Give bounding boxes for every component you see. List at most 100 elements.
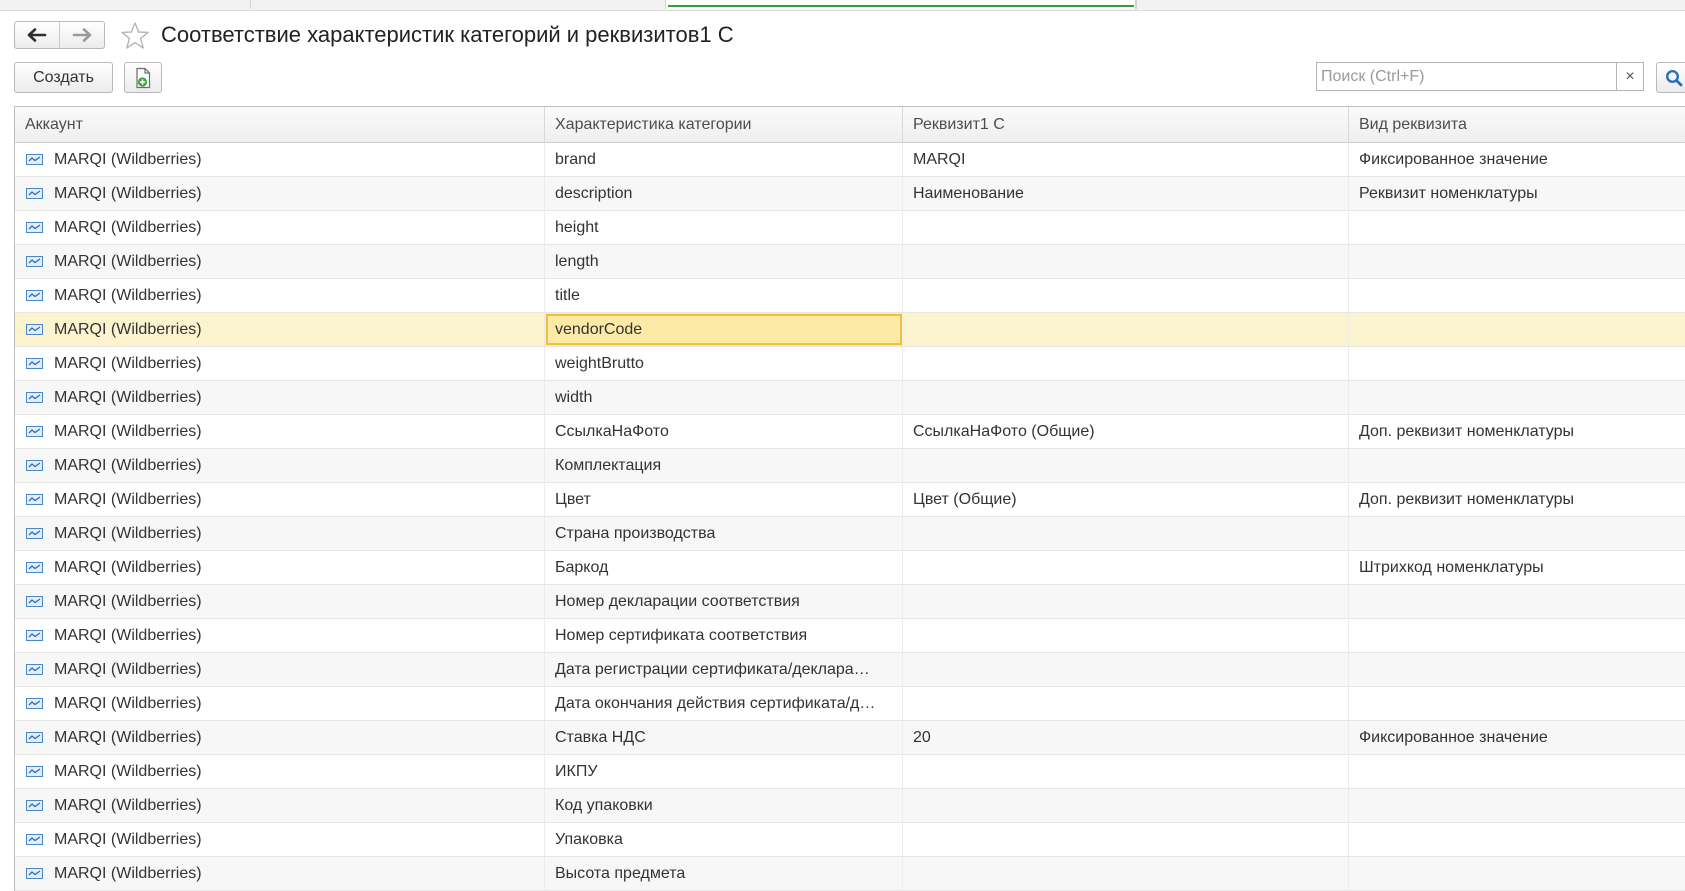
cell-characteristic[interactable]: weightBrutto [545, 347, 903, 380]
cell-account[interactable]: MARQI (Wildberries) [15, 483, 545, 516]
cell-kind[interactable] [1349, 687, 1685, 720]
cell-account[interactable]: MARQI (Wildberries) [15, 381, 545, 414]
table-row[interactable]: MARQI (Wildberries) Высота предмета [15, 857, 1685, 891]
table-row[interactable]: MARQI (Wildberries) width [15, 381, 1685, 415]
cell-account[interactable]: MARQI (Wildberries) [15, 653, 545, 686]
table-row[interactable]: MARQI (Wildberries) title [15, 279, 1685, 313]
cell-kind[interactable] [1349, 823, 1685, 856]
cell-account[interactable]: MARQI (Wildberries) [15, 517, 545, 550]
table-row[interactable]: MARQI (Wildberries) Дата окончания действ… [15, 687, 1685, 721]
cell-account[interactable]: MARQI (Wildberries) [15, 755, 545, 788]
cell-requisite[interactable] [903, 211, 1349, 244]
cell-requisite[interactable] [903, 687, 1349, 720]
cell-kind[interactable]: Доп. реквизит номенклатуры [1349, 483, 1685, 516]
cell-requisite[interactable] [903, 653, 1349, 686]
cell-requisite[interactable]: СсылкаНаФото (Общие) [903, 415, 1349, 448]
cell-characteristic[interactable]: СсылкаНаФото [545, 415, 903, 448]
cell-requisite[interactable] [903, 245, 1349, 278]
cell-account[interactable]: MARQI (Wildberries) [15, 857, 545, 890]
cell-characteristic[interactable]: brand [545, 143, 903, 176]
copy-button[interactable] [124, 62, 162, 93]
cell-characteristic[interactable]: vendorCode [545, 313, 903, 346]
table-row[interactable]: MARQI (Wildberries) Упаковка [15, 823, 1685, 857]
cell-kind[interactable] [1349, 585, 1685, 618]
cell-requisite[interactable] [903, 551, 1349, 584]
cell-requisite[interactable]: 20 [903, 721, 1349, 754]
column-header-characteristic[interactable]: Характеристика категории [545, 107, 903, 142]
cell-account[interactable]: MARQI (Wildberries) [15, 211, 545, 244]
search-input[interactable] [1317, 67, 1616, 86]
cell-kind[interactable] [1349, 619, 1685, 652]
cell-requisite[interactable] [903, 585, 1349, 618]
table-row[interactable]: MARQI (Wildberries) description Наименован… [15, 177, 1685, 211]
cell-kind[interactable] [1349, 653, 1685, 686]
cell-kind[interactable] [1349, 755, 1685, 788]
search-field[interactable] [1316, 62, 1617, 91]
table-row[interactable]: MARQI (Wildberries) weightBrutto [15, 347, 1685, 381]
cell-account[interactable]: MARQI (Wildberries) [15, 789, 545, 822]
cell-characteristic[interactable]: description [545, 177, 903, 210]
cell-requisite[interactable] [903, 755, 1349, 788]
column-header-kind[interactable]: Вид реквизита [1349, 107, 1685, 142]
cell-requisite[interactable]: Наименование [903, 177, 1349, 210]
cell-characteristic[interactable]: ИКПУ [545, 755, 903, 788]
column-header-account[interactable]: Аккаунт [15, 107, 545, 142]
table-row[interactable]: MARQI (Wildberries) Цвет Цвет (Общие) Доп. … [15, 483, 1685, 517]
cell-requisite[interactable]: MARQI [903, 143, 1349, 176]
cell-characteristic[interactable]: Код упаковки [545, 789, 903, 822]
cell-characteristic[interactable]: Ставка НДС [545, 721, 903, 754]
cell-account[interactable]: MARQI (Wildberries) [15, 619, 545, 652]
cell-requisite[interactable] [903, 381, 1349, 414]
cell-kind[interactable] [1349, 517, 1685, 550]
cell-characteristic[interactable]: Страна производства [545, 517, 903, 550]
cell-account[interactable]: MARQI (Wildberries) [15, 177, 545, 210]
cell-kind[interactable] [1349, 245, 1685, 278]
cell-account[interactable]: MARQI (Wildberries) [15, 551, 545, 584]
table-row[interactable]: MARQI (Wildberries) height [15, 211, 1685, 245]
table-row[interactable]: MARQI (Wildberries) vendorCode [15, 313, 1685, 347]
cell-requisite[interactable] [903, 517, 1349, 550]
cell-requisite[interactable] [903, 823, 1349, 856]
search-button[interactable] [1656, 62, 1685, 93]
cell-kind[interactable]: Штрихкод номенклатуры [1349, 551, 1685, 584]
table-row[interactable]: MARQI (Wildberries) Дата регистрации серт… [15, 653, 1685, 687]
table-row[interactable]: MARQI (Wildberries) Страна производства [15, 517, 1685, 551]
cell-requisite[interactable] [903, 449, 1349, 482]
star-outline-icon[interactable] [120, 21, 150, 51]
cell-kind[interactable] [1349, 381, 1685, 414]
table-row[interactable]: MARQI (Wildberries) СсылкаНаФото СсылкаНаФ… [15, 415, 1685, 449]
table-row[interactable]: MARQI (Wildberries) Баркод Штрихкод номенк… [15, 551, 1685, 585]
cell-account[interactable]: MARQI (Wildberries) [15, 347, 545, 380]
forward-button[interactable] [59, 22, 104, 48]
tab-active[interactable] [665, 0, 1137, 9]
cell-kind[interactable] [1349, 347, 1685, 380]
cell-requisite[interactable] [903, 789, 1349, 822]
cell-kind[interactable] [1349, 279, 1685, 312]
cell-characteristic[interactable]: Номер декларации соответствия [545, 585, 903, 618]
cell-account[interactable]: MARQI (Wildberries) [15, 143, 545, 176]
table-row[interactable]: MARQI (Wildberries) Ставка НДС 20 Фиксирова… [15, 721, 1685, 755]
cell-kind[interactable] [1349, 789, 1685, 822]
cell-characteristic[interactable]: Высота предмета [545, 857, 903, 890]
table-row[interactable]: MARQI (Wildberries) Номер декларации соот… [15, 585, 1685, 619]
column-header-requisite[interactable]: Реквизит1 С [903, 107, 1349, 142]
cell-account[interactable]: MARQI (Wildberries) [15, 415, 545, 448]
create-button[interactable]: Создать [14, 62, 113, 93]
table-row[interactable]: MARQI (Wildberries) length [15, 245, 1685, 279]
cell-characteristic[interactable]: Номер сертификата соответствия [545, 619, 903, 652]
table-row[interactable]: MARQI (Wildberries) Код упаковки [15, 789, 1685, 823]
cell-account[interactable]: MARQI (Wildberries) [15, 687, 545, 720]
back-button[interactable] [15, 22, 59, 48]
cell-characteristic[interactable]: title [545, 279, 903, 312]
tab-inactive[interactable] [250, 0, 667, 9]
cell-kind[interactable] [1349, 211, 1685, 244]
table-row[interactable]: MARQI (Wildberries) brand MARQI Фиксированн… [15, 143, 1685, 177]
cell-requisite[interactable] [903, 279, 1349, 312]
table-row[interactable]: MARQI (Wildberries) Номер сертификата соо… [15, 619, 1685, 653]
table-row[interactable]: MARQI (Wildberries) ИКПУ [15, 755, 1685, 789]
cell-account[interactable]: MARQI (Wildberries) [15, 313, 545, 346]
cell-characteristic[interactable]: Упаковка [545, 823, 903, 856]
cell-account[interactable]: MARQI (Wildberries) [15, 245, 545, 278]
cell-requisite[interactable]: Цвет (Общие) [903, 483, 1349, 516]
cell-characteristic[interactable]: Дата окончания действия сертификата/д… [545, 687, 903, 720]
